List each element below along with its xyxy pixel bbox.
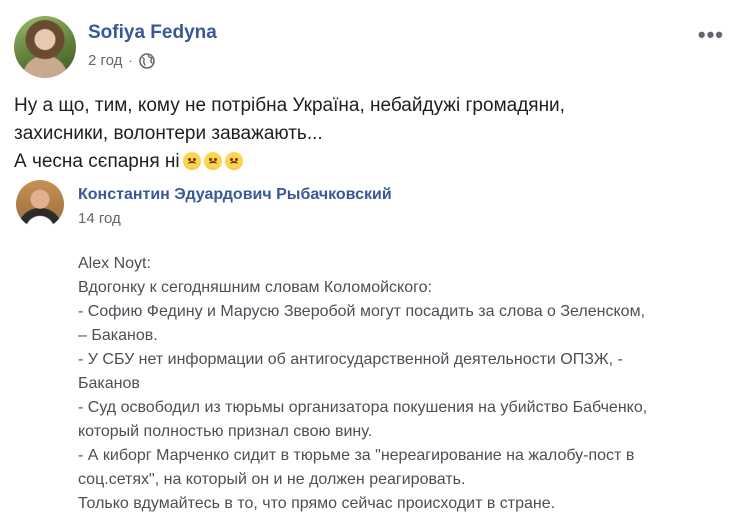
shared-post-text: Alex Noyt: Вдогонку к сегодняшним словам… xyxy=(78,252,728,516)
post-line-with-emojis: А чесна сєпарня ні xyxy=(14,148,714,176)
post-text: Ну а що, тим, кому не потрібна Україна, … xyxy=(14,92,714,176)
shared-line: Вдогонку к сегодняшним словам Коломойско… xyxy=(78,279,432,296)
more-options-icon[interactable]: ••• xyxy=(698,22,724,48)
frowning-face-emoji-icon xyxy=(182,152,201,170)
shared-author-name[interactable]: Константин Эдуардович Рыбачковский xyxy=(78,186,392,204)
post-header: Sofiya Fedyna 2 год · ••• xyxy=(14,16,728,80)
post-line: захисники, волонтери заважають... xyxy=(14,123,323,144)
shared-line: - У СБУ нет информации об антигосударств… xyxy=(78,351,623,368)
shared-author-avatar[interactable] xyxy=(16,180,64,228)
post-time[interactable]: 2 год xyxy=(88,52,122,69)
shared-post-time[interactable]: 14 год xyxy=(78,210,121,227)
shared-line: соц.сетях", на который он и не должен ре… xyxy=(78,471,466,488)
shared-line: – Баканов. xyxy=(78,327,158,344)
author-avatar[interactable] xyxy=(14,16,76,78)
shared-line: Баканов xyxy=(78,375,140,392)
globe-icon[interactable] xyxy=(138,52,155,69)
shared-line: - Суд освободил из тюрьмы организатора п… xyxy=(78,399,648,416)
post-line: Ну а що, тим, кому не потрібна Україна, … xyxy=(14,95,565,116)
author-name[interactable]: Sofiya Fedyna xyxy=(88,22,217,44)
shared-line: Alex Noyt: xyxy=(78,255,151,272)
shared-line: который полностью признал свою вину. xyxy=(78,423,373,440)
post-meta: 2 год · xyxy=(88,52,155,69)
meta-separator: · xyxy=(128,53,133,68)
frowning-face-emoji-icon xyxy=(203,152,222,170)
shared-line: - Софию Федину и Марусю Зверобой могут п… xyxy=(78,303,646,320)
shared-line: Только вдумайтесь в то, что прямо сейчас… xyxy=(78,495,556,512)
post-line: А чесна сєпарня ні xyxy=(14,151,180,172)
shared-line: - А киборг Марченко сидит в тюрьме за "н… xyxy=(78,447,635,464)
frowning-face-emoji-icon xyxy=(224,152,243,170)
